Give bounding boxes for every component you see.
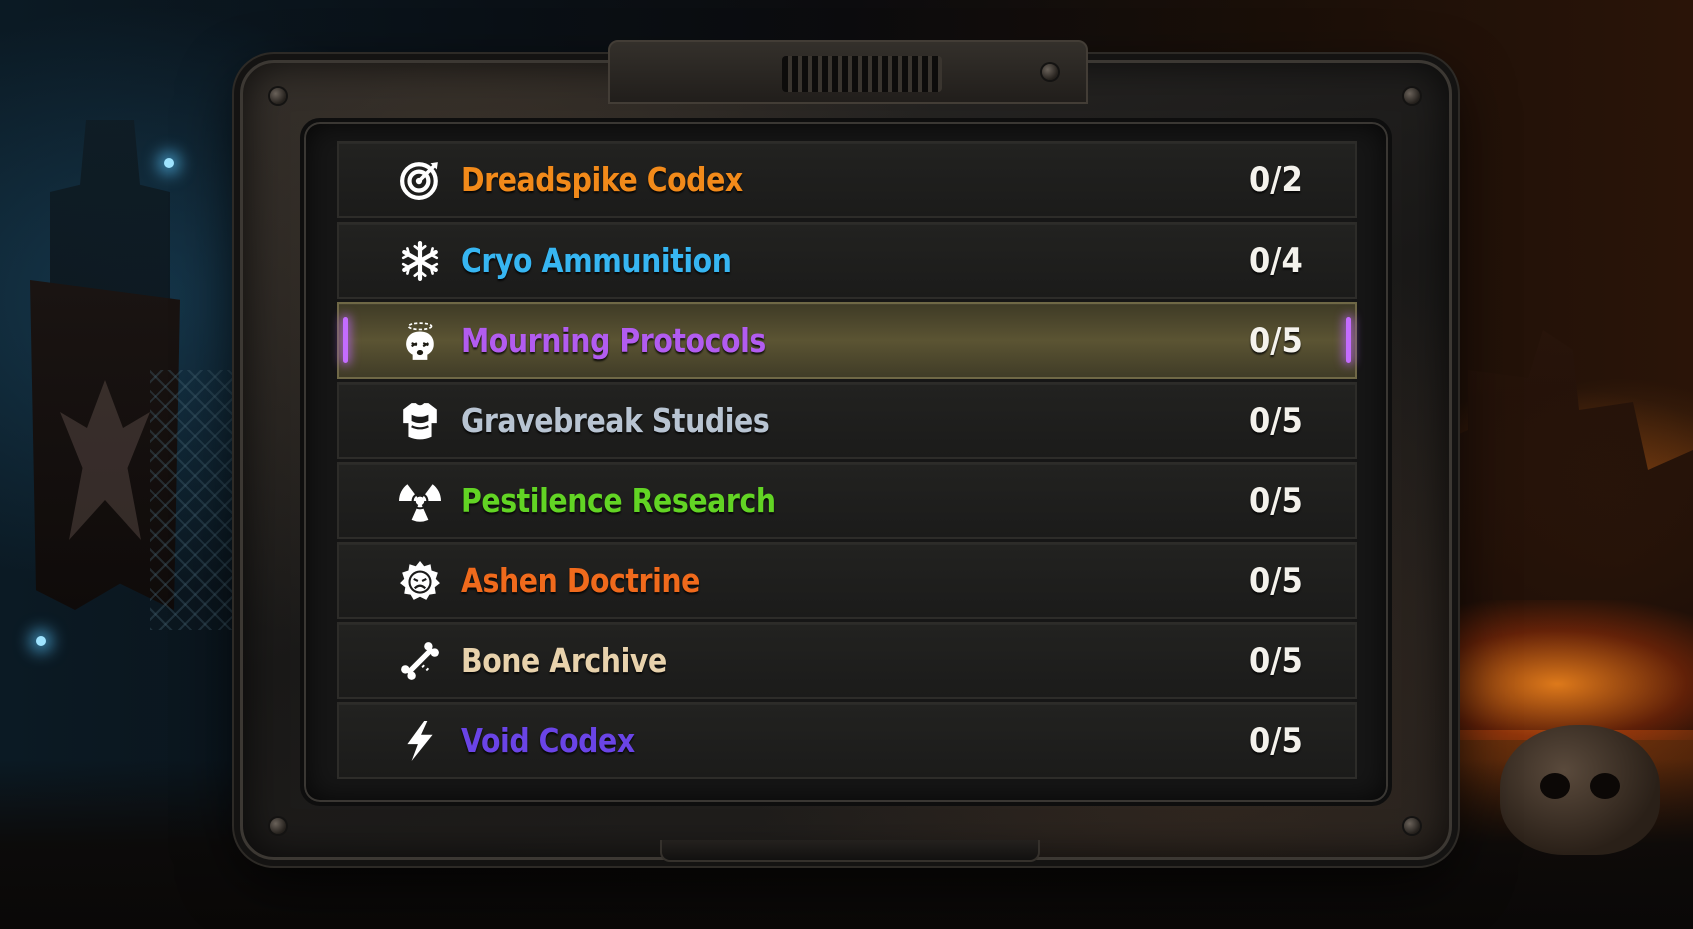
research-name: Void Codex xyxy=(461,721,635,760)
research-row-dreadspike-codex[interactable]: Dreadspike Codex 0/2 xyxy=(337,141,1357,218)
research-name: Bone Archive xyxy=(461,641,667,680)
research-progress: 0/5 xyxy=(1249,321,1303,361)
armor-vest-icon xyxy=(399,400,441,442)
panel-bottom-lip xyxy=(660,840,1040,862)
research-row-void-codex[interactable]: Void Codex 0/5 xyxy=(337,702,1357,779)
research-progress: 0/5 xyxy=(1249,481,1303,521)
dazed-skull-icon xyxy=(399,320,441,362)
research-name: Ashen Doctrine xyxy=(461,561,700,600)
research-row-ashen-doctrine[interactable]: Ashen Doctrine 0/5 xyxy=(337,542,1357,619)
background-lamp-light xyxy=(36,636,46,646)
research-name: Cryo Ammunition xyxy=(461,241,732,280)
research-progress: 0/5 xyxy=(1249,641,1303,681)
frame-bolt xyxy=(270,88,286,104)
background-lamp-light xyxy=(164,158,174,168)
skull-prop xyxy=(1500,725,1660,855)
research-progress: 0/5 xyxy=(1249,401,1303,441)
research-progress: 0/5 xyxy=(1249,721,1303,761)
research-row-cryo-ammunition[interactable]: Cryo Ammunition 0/4 xyxy=(337,222,1357,299)
research-progress: 0/4 xyxy=(1249,241,1303,281)
research-name: Mourning Protocols xyxy=(461,321,766,360)
research-progress: 0/2 xyxy=(1249,160,1303,200)
lightning-bolt-icon xyxy=(399,720,441,762)
research-name: Pestilence Research xyxy=(461,481,776,520)
panel-vent-grille xyxy=(782,56,942,92)
selection-marker-left xyxy=(343,317,348,363)
frame-bolt xyxy=(1042,64,1058,80)
frame-bolt xyxy=(1404,818,1420,834)
sad-face-badge-icon xyxy=(399,560,441,602)
research-row-pestilence-research[interactable]: Pestilence Research 0/5 xyxy=(337,462,1357,539)
snowflake-icon xyxy=(399,240,441,282)
research-row-mourning-protocols[interactable]: Mourning Protocols 0/5 xyxy=(337,302,1357,379)
research-name: Gravebreak Studies xyxy=(461,401,770,440)
research-progress: 0/5 xyxy=(1249,561,1303,601)
frame-bolt xyxy=(270,818,286,834)
research-row-gravebreak-studies[interactable]: Gravebreak Studies 0/5 xyxy=(337,382,1357,459)
radiation-icon xyxy=(399,480,441,522)
frame-bolt xyxy=(1404,88,1420,104)
game-scene: Dreadspike Codex 0/2 Cryo Ammunition 0/4… xyxy=(0,0,1693,929)
selection-marker-right xyxy=(1346,317,1351,363)
research-name: Dreadspike Codex xyxy=(461,160,743,199)
research-row-bone-archive[interactable]: Bone Archive 0/5 xyxy=(337,622,1357,699)
target-icon xyxy=(399,159,441,201)
bone-icon xyxy=(399,640,441,682)
